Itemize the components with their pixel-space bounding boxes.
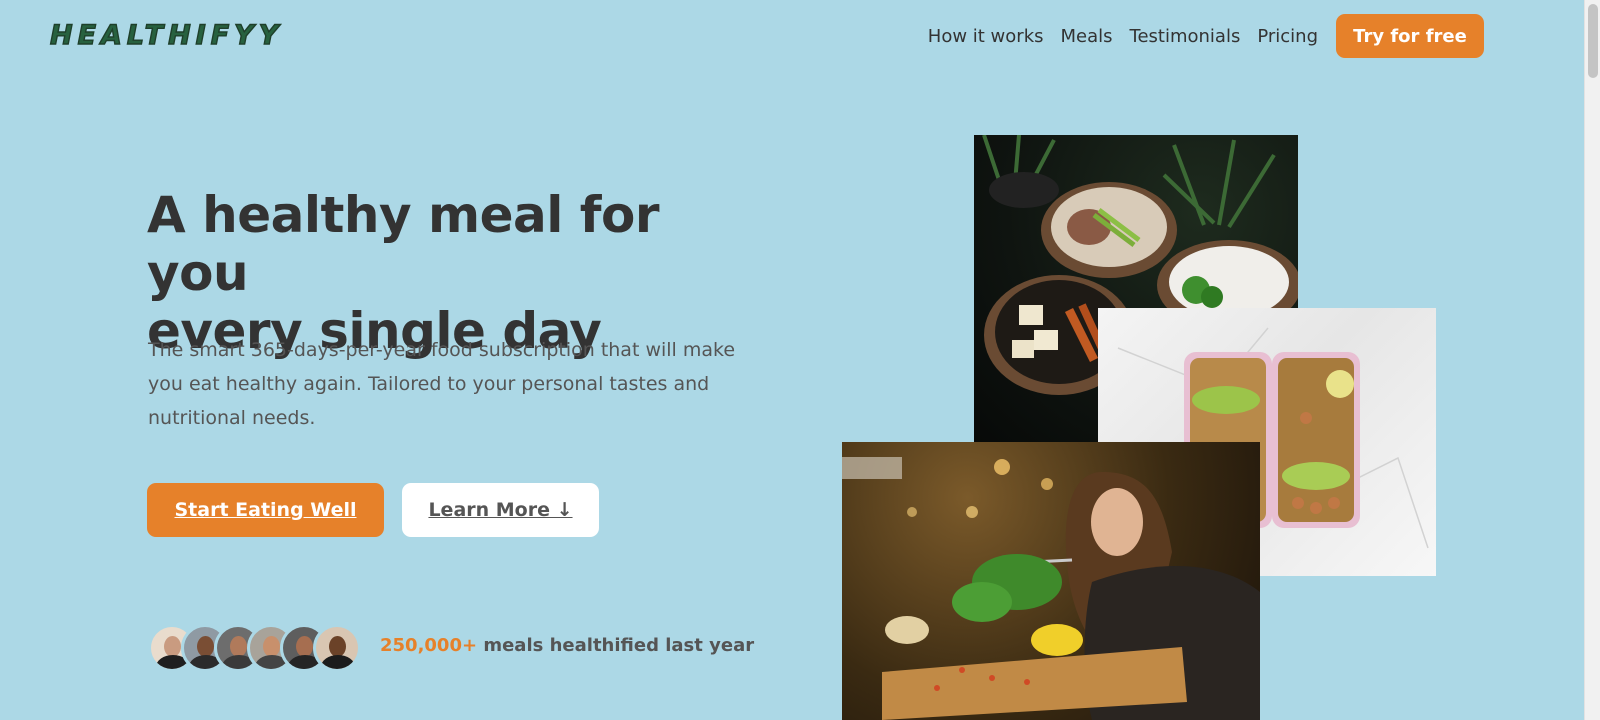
nav-link-testimonials[interactable]: Testimonials [1130,26,1241,47]
learn-more-button[interactable]: Learn More ↓ [402,483,599,537]
hero-image-woman-eating [842,442,1260,720]
logo[interactable]: HEALTHIFYY [49,19,283,51]
hero-title-line-1: A healthy meal for you [147,186,660,302]
page-scrollbar[interactable] [1584,0,1600,720]
main-nav: How it works Meals Testimonials Pricing … [928,14,1484,58]
woman-eating-illustration [842,457,1260,720]
meals-stat-text: meals healthified last year [477,635,755,656]
start-eating-well-button[interactable]: Start Eating Well [147,483,384,537]
scrollbar-thumb[interactable] [1588,4,1598,78]
nav-link-meals[interactable]: Meals [1061,26,1113,47]
meals-stat: 250,000+ meals healthified last year [380,635,754,656]
hero-description: The smart 365-days-per-year food subscri… [148,339,736,429]
nav-link-how-it-works[interactable]: How it works [928,26,1044,47]
try-for-free-button[interactable]: Try for free [1336,14,1484,58]
customer-avatar [313,624,361,672]
meals-stat-number: 250,000+ [380,635,478,656]
nav-link-pricing[interactable]: Pricing [1257,26,1318,47]
site-header: HEALTHIFYY How it works Meals Testimonia… [0,0,1584,70]
